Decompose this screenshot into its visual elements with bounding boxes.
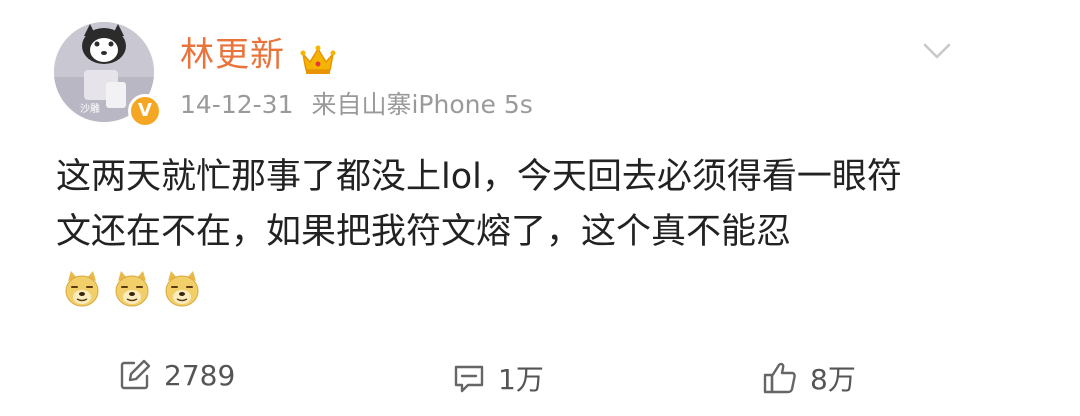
post-text: 这两天就忙那事了都没上lol，今天回去必须得看一眼符文还在不在，如果把我符文熔了… — [56, 157, 902, 252]
svg-text:沙雕: 沙雕 — [80, 102, 100, 115]
post-date: 14-12-31 — [180, 90, 294, 119]
doge-emoji — [65, 270, 99, 306]
chevron-down-icon[interactable] — [922, 40, 952, 62]
weibo-post: 沙雕 V 林更新 14-12-31 来自山寨iPhone 5s 这两天就忙那事了都… — [0, 0, 1080, 416]
thumbs-up-icon — [763, 362, 796, 394]
crown-icon — [300, 45, 336, 74]
repost-button[interactable]: 2789 — [118, 358, 235, 392]
doge-emoji — [165, 270, 199, 306]
like-button[interactable]: 8万 — [762, 358, 856, 398]
comment-count: 1万 — [498, 363, 544, 396]
action-bar: 2789 1万 8万 — [0, 350, 1080, 410]
repost-count: 2789 — [164, 358, 236, 392]
comment-icon — [454, 365, 484, 393]
emoji-group — [62, 261, 212, 316]
verified-v-icon: V — [128, 94, 162, 128]
author-name[interactable]: 林更新 — [180, 38, 285, 72]
like-count: 8万 — [810, 363, 856, 396]
doge-emoji — [115, 270, 149, 306]
comment-button[interactable]: 1万 — [452, 358, 544, 398]
post-content: 这两天就忙那事了都没上lol，今天回去必须得看一眼符文还在不在，如果把我符文熔了… — [56, 150, 936, 316]
avatar[interactable]: 沙雕 V — [54, 22, 162, 128]
post-meta: 14-12-31 来自山寨iPhone 5s — [180, 92, 533, 117]
repost-icon — [120, 359, 151, 390]
post-source: 来自山寨iPhone 5s — [311, 90, 533, 119]
